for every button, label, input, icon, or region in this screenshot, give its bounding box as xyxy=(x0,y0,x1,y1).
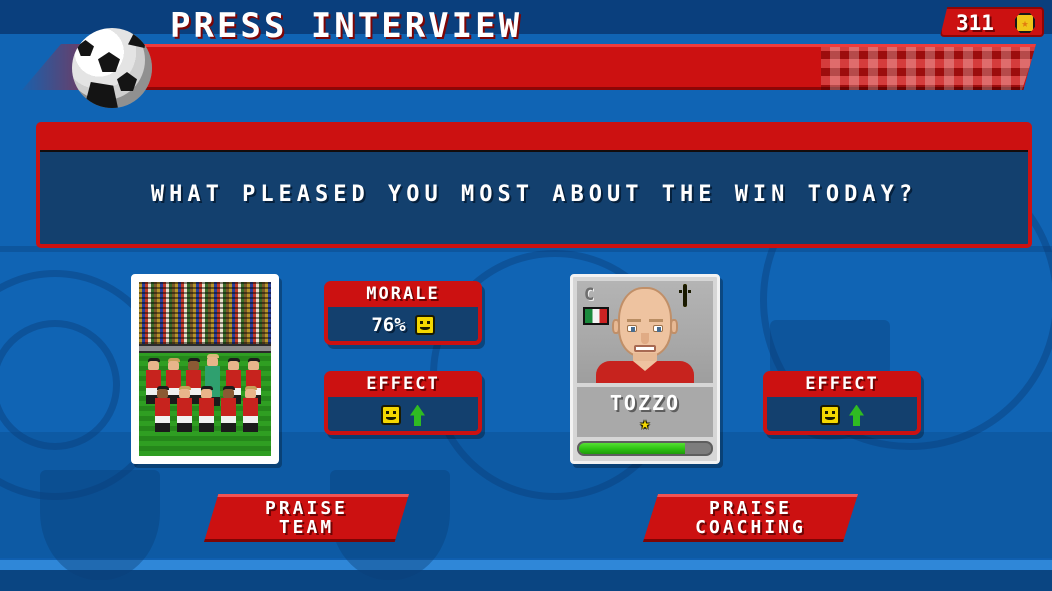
praise-coaching-label-line1: PRAISE xyxy=(708,498,793,519)
team-photo-image xyxy=(139,282,271,456)
stand-barrier xyxy=(139,344,271,353)
coin-counter[interactable]: 311 ★ xyxy=(940,7,1044,37)
player-portrait: C xyxy=(577,281,713,383)
smiley-face-icon xyxy=(414,315,435,335)
player-face xyxy=(596,287,694,383)
team-player xyxy=(199,386,214,432)
header-banner xyxy=(22,44,1036,90)
question-text: WHAT PLEASED YOU MOST ABOUT THE WIN TODA… xyxy=(150,182,918,207)
background-top-strip xyxy=(0,0,1052,34)
player-name-bar: TOZZO ★ xyxy=(577,387,713,437)
player-card[interactable]: C TOZZO ★ xyxy=(570,274,720,464)
coin-star-glyph: ★ xyxy=(1021,16,1029,30)
banner-body xyxy=(137,44,1036,90)
background-bottom-strip xyxy=(0,570,1052,591)
player-star-icon: ★ xyxy=(639,414,651,434)
player-effect-panel: EFFECT xyxy=(763,371,921,435)
player-condition-bar xyxy=(577,441,713,456)
smiley-face-icon xyxy=(381,405,401,425)
captain-badge: C xyxy=(584,285,595,305)
smiley-face-icon xyxy=(820,405,840,425)
background-highlight-line xyxy=(0,560,1052,570)
green-up-arrow-icon xyxy=(410,404,425,426)
soccer-ball-icon xyxy=(72,28,152,108)
smiley-face-icon xyxy=(679,284,691,307)
player-mood-icon xyxy=(679,284,707,310)
banner-ball-pattern xyxy=(821,47,1036,90)
coin-value: 311 xyxy=(956,11,994,35)
team-effect-title: EFFECT xyxy=(328,372,478,397)
question-panel: WHAT PLEASED YOU MOST ABOUT THE WIN TODA… xyxy=(36,122,1032,248)
player-name: TOZZO xyxy=(609,391,681,415)
team-player xyxy=(155,386,170,432)
team-effect-body xyxy=(328,399,478,431)
morale-panel: MORALE 76% xyxy=(324,281,482,345)
praise-team-label-line1: PRAISE xyxy=(264,498,349,519)
player-effect-body xyxy=(767,399,917,431)
green-up-arrow-icon xyxy=(849,404,864,426)
team-effect-panel: EFFECT xyxy=(324,371,482,435)
player-condition-fill xyxy=(579,443,685,454)
game-screen: PRESS INTERVIEW 311 ★ WHAT PLEASED YOU M… xyxy=(0,0,1052,591)
praise-coaching-label-line2: COACHING xyxy=(695,517,806,538)
player-effect-title: EFFECT xyxy=(767,372,917,397)
crowd-stand xyxy=(139,282,271,344)
team-player xyxy=(221,386,236,432)
page-title: PRESS INTERVIEW xyxy=(170,6,523,46)
praise-team-button[interactable]: PRAISE TEAM xyxy=(204,494,409,542)
gold-coin-star-icon: ★ xyxy=(1015,13,1035,33)
italy-flag-icon xyxy=(583,307,609,325)
morale-body: 76% xyxy=(328,309,478,341)
team-photo-card[interactable] xyxy=(131,274,279,464)
praise-team-label-line2: TEAM xyxy=(278,517,335,538)
morale-title: MORALE xyxy=(328,282,478,307)
praise-coaching-button[interactable]: PRAISE COACHING xyxy=(643,494,858,542)
morale-value: 76% xyxy=(371,314,406,336)
team-player xyxy=(243,386,258,432)
team-player xyxy=(177,386,192,432)
